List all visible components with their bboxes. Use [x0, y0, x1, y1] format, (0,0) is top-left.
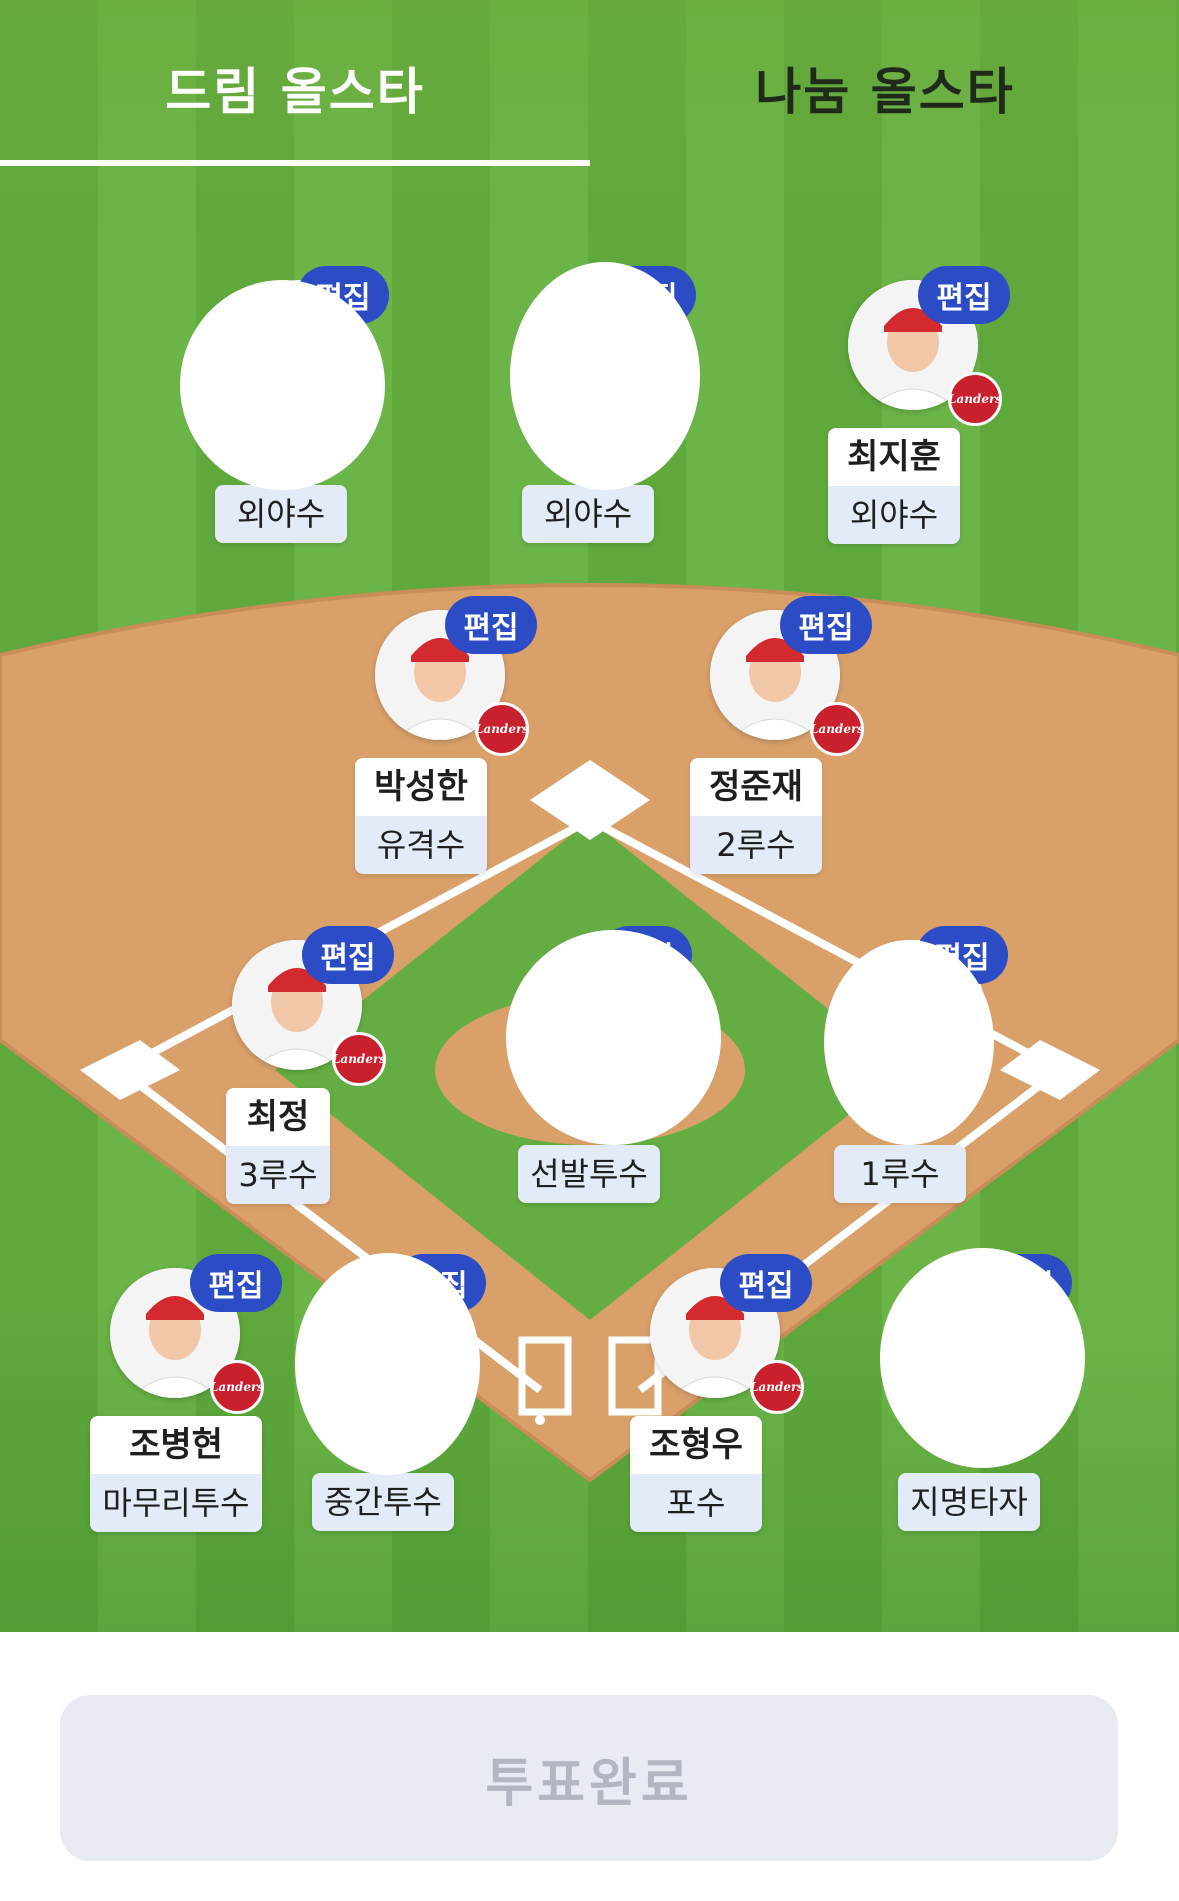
redaction-blob — [510, 262, 700, 490]
vote-complete-button[interactable]: 투표완료 — [60, 1695, 1118, 1861]
position-label: 마무리투수 — [90, 1474, 262, 1532]
position-label: 외야수 — [215, 485, 347, 543]
team-badge-icon: Landers — [210, 1360, 264, 1414]
active-tab-indicator — [0, 160, 590, 166]
position-card: 1루수 — [834, 1145, 966, 1203]
position-card: 조병현 마무리투수 — [90, 1416, 262, 1532]
player-name: 정준재 — [690, 758, 822, 816]
edit-button[interactable]: 편집 — [302, 926, 394, 984]
position-label: 1루수 — [834, 1145, 966, 1203]
redaction-blob — [824, 940, 994, 1145]
player-name: 최지훈 — [828, 428, 960, 486]
redaction-blob — [295, 1253, 480, 1475]
team-badge-icon: Landers — [948, 372, 1002, 426]
team-badge-icon: Landers — [750, 1360, 804, 1414]
position-card: 선발투수 — [518, 1145, 660, 1203]
position-label: 유격수 — [355, 816, 487, 874]
team-badge-icon: Landers — [475, 702, 529, 756]
team-badge-icon: Landers — [332, 1032, 386, 1086]
redaction-blob — [180, 280, 385, 490]
position-card: 중간투수 — [312, 1473, 454, 1531]
all-star-tabs: 드림 올스타 나눔 올스타 — [0, 0, 1179, 168]
position-label: 3루수 — [226, 1146, 330, 1204]
player-name: 조형우 — [630, 1416, 762, 1474]
position-card: 외야수 — [522, 485, 654, 543]
tab-dream-allstar[interactable]: 드림 올스타 — [0, 52, 590, 132]
position-card: 최지훈 외야수 — [828, 428, 960, 544]
position-card: 외야수 — [215, 485, 347, 543]
position-card: 조형우 포수 — [630, 1416, 762, 1532]
edit-button[interactable]: 편집 — [190, 1254, 282, 1312]
position-card: 박성한 유격수 — [355, 758, 487, 874]
position-card: 최정 3루수 — [226, 1088, 330, 1204]
player-name: 박성한 — [355, 758, 487, 816]
player-name: 최정 — [226, 1088, 330, 1146]
position-label: 중간투수 — [312, 1473, 454, 1531]
position-label: 포수 — [630, 1474, 762, 1532]
position-label: 2루수 — [690, 816, 822, 874]
redaction-blob — [506, 930, 721, 1145]
edit-button[interactable]: 편집 — [445, 596, 537, 654]
position-label: 외야수 — [522, 485, 654, 543]
redaction-blob — [880, 1248, 1085, 1468]
player-name: 조병현 — [90, 1416, 262, 1474]
position-label: 지명타자 — [898, 1473, 1040, 1531]
position-label: 외야수 — [828, 486, 960, 544]
position-label: 선발투수 — [518, 1145, 660, 1203]
position-card: 지명타자 — [898, 1473, 1040, 1531]
position-card: 정준재 2루수 — [690, 758, 822, 874]
edit-button[interactable]: 편집 — [780, 596, 872, 654]
tab-nanum-allstar[interactable]: 나눔 올스타 — [590, 52, 1179, 132]
edit-button[interactable]: 편집 — [720, 1254, 812, 1312]
team-badge-icon: Landers — [810, 702, 864, 756]
edit-button[interactable]: 편집 — [918, 266, 1010, 324]
